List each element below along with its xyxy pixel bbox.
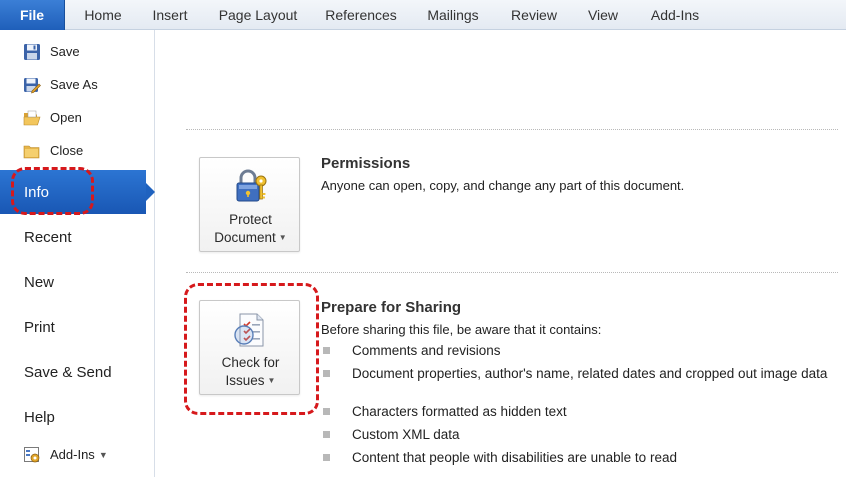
prepare-description: Before sharing this file, be aware that … (321, 322, 602, 337)
nav-print[interactable]: Print (0, 305, 155, 349)
floppy-disk-icon (23, 43, 41, 61)
protect-document-label-1: Protect (229, 212, 272, 227)
protect-document-button[interactable]: Protect Document ▼ (199, 157, 300, 252)
padlock-key-icon (232, 168, 270, 206)
dropdown-arrow-icon: ▼ (278, 233, 287, 242)
bullet-icon (323, 347, 330, 354)
protect-document-label-2: Document (214, 230, 276, 245)
close-label: Close (50, 143, 84, 158)
save-as-icon (23, 76, 41, 94)
list-item-text: Document properties, author's name, rela… (352, 366, 828, 381)
tab-review[interactable]: Review (502, 0, 566, 30)
permissions-title: Permissions (321, 155, 411, 172)
nav-save-send[interactable]: Save & Send (0, 350, 155, 394)
divider (186, 272, 838, 273)
protect-document-label-2-wrap: Document ▼ (200, 229, 301, 247)
save-label: Save (50, 44, 80, 59)
tab-view[interactable]: View (578, 0, 628, 30)
check-for-issues-label-1: Check for (221, 355, 280, 370)
nav-recent-label: Recent (24, 228, 72, 246)
ribbon-tab-bar: File Home Insert Page Layout References … (0, 0, 846, 30)
nav-save-send-label: Save & Send (24, 363, 112, 381)
tab-page-layout[interactable]: Page Layout (208, 0, 308, 30)
info-pane: Protect Document ▼ Permissions Anyone can… (156, 31, 846, 477)
save-command[interactable]: Save (0, 35, 155, 68)
bullet-icon (323, 370, 330, 377)
bullet-icon (323, 454, 330, 461)
list-item-text: Characters formatted as hidden text (352, 404, 567, 419)
check-for-issues-button[interactable]: Check for Issues ▼ (199, 300, 300, 395)
list-item-text: Custom XML data (352, 427, 460, 442)
nav-new-label: New (24, 273, 55, 291)
tab-add-ins[interactable]: Add-Ins (640, 0, 710, 30)
tab-insert[interactable]: Insert (140, 0, 200, 30)
open-folder-icon (23, 109, 41, 127)
bullet-icon (323, 408, 330, 415)
checklist-icon (232, 311, 270, 349)
list-item-text: Comments and revisions (352, 343, 501, 358)
addins-command[interactable]: Add-Ins ▼ (0, 438, 155, 471)
tab-home[interactable]: Home (72, 0, 134, 30)
open-label: Open (50, 110, 82, 125)
close-command[interactable]: Close (0, 134, 155, 167)
dropdown-arrow-icon: ▼ (267, 376, 276, 385)
backstage-nav: Save Save As Open Close Info Recent New … (0, 30, 155, 477)
list-item-text: Content that people with disabilities ar… (352, 450, 677, 465)
nav-recent[interactable]: Recent (0, 215, 155, 259)
tab-references[interactable]: References (316, 0, 406, 30)
nav-help[interactable]: Help (0, 395, 155, 439)
divider (186, 129, 838, 130)
nav-new[interactable]: New (0, 260, 155, 304)
tab-mailings[interactable]: Mailings (416, 0, 490, 30)
check-for-issues-label-2: Issues (225, 373, 265, 388)
prepare-title: Prepare for Sharing (321, 299, 462, 316)
nav-info[interactable]: Info (0, 170, 155, 214)
addins-icon (23, 446, 41, 464)
close-folder-icon (23, 142, 41, 160)
nav-info-label: Info (24, 183, 50, 201)
file-tab[interactable]: File (0, 0, 65, 30)
save-as-label: Save As (50, 77, 98, 92)
nav-help-label: Help (24, 408, 55, 426)
open-command[interactable]: Open (0, 101, 155, 134)
addins-label: Add-Ins (50, 447, 95, 462)
check-for-issues-label-2-wrap: Issues ▼ (200, 372, 301, 390)
nav-print-label: Print (24, 318, 55, 336)
chevron-down-icon: ▼ (98, 449, 108, 460)
permissions-description: Anyone can open, copy, and change any pa… (321, 178, 685, 193)
save-as-command[interactable]: Save As (0, 68, 155, 101)
bullet-icon (323, 431, 330, 438)
